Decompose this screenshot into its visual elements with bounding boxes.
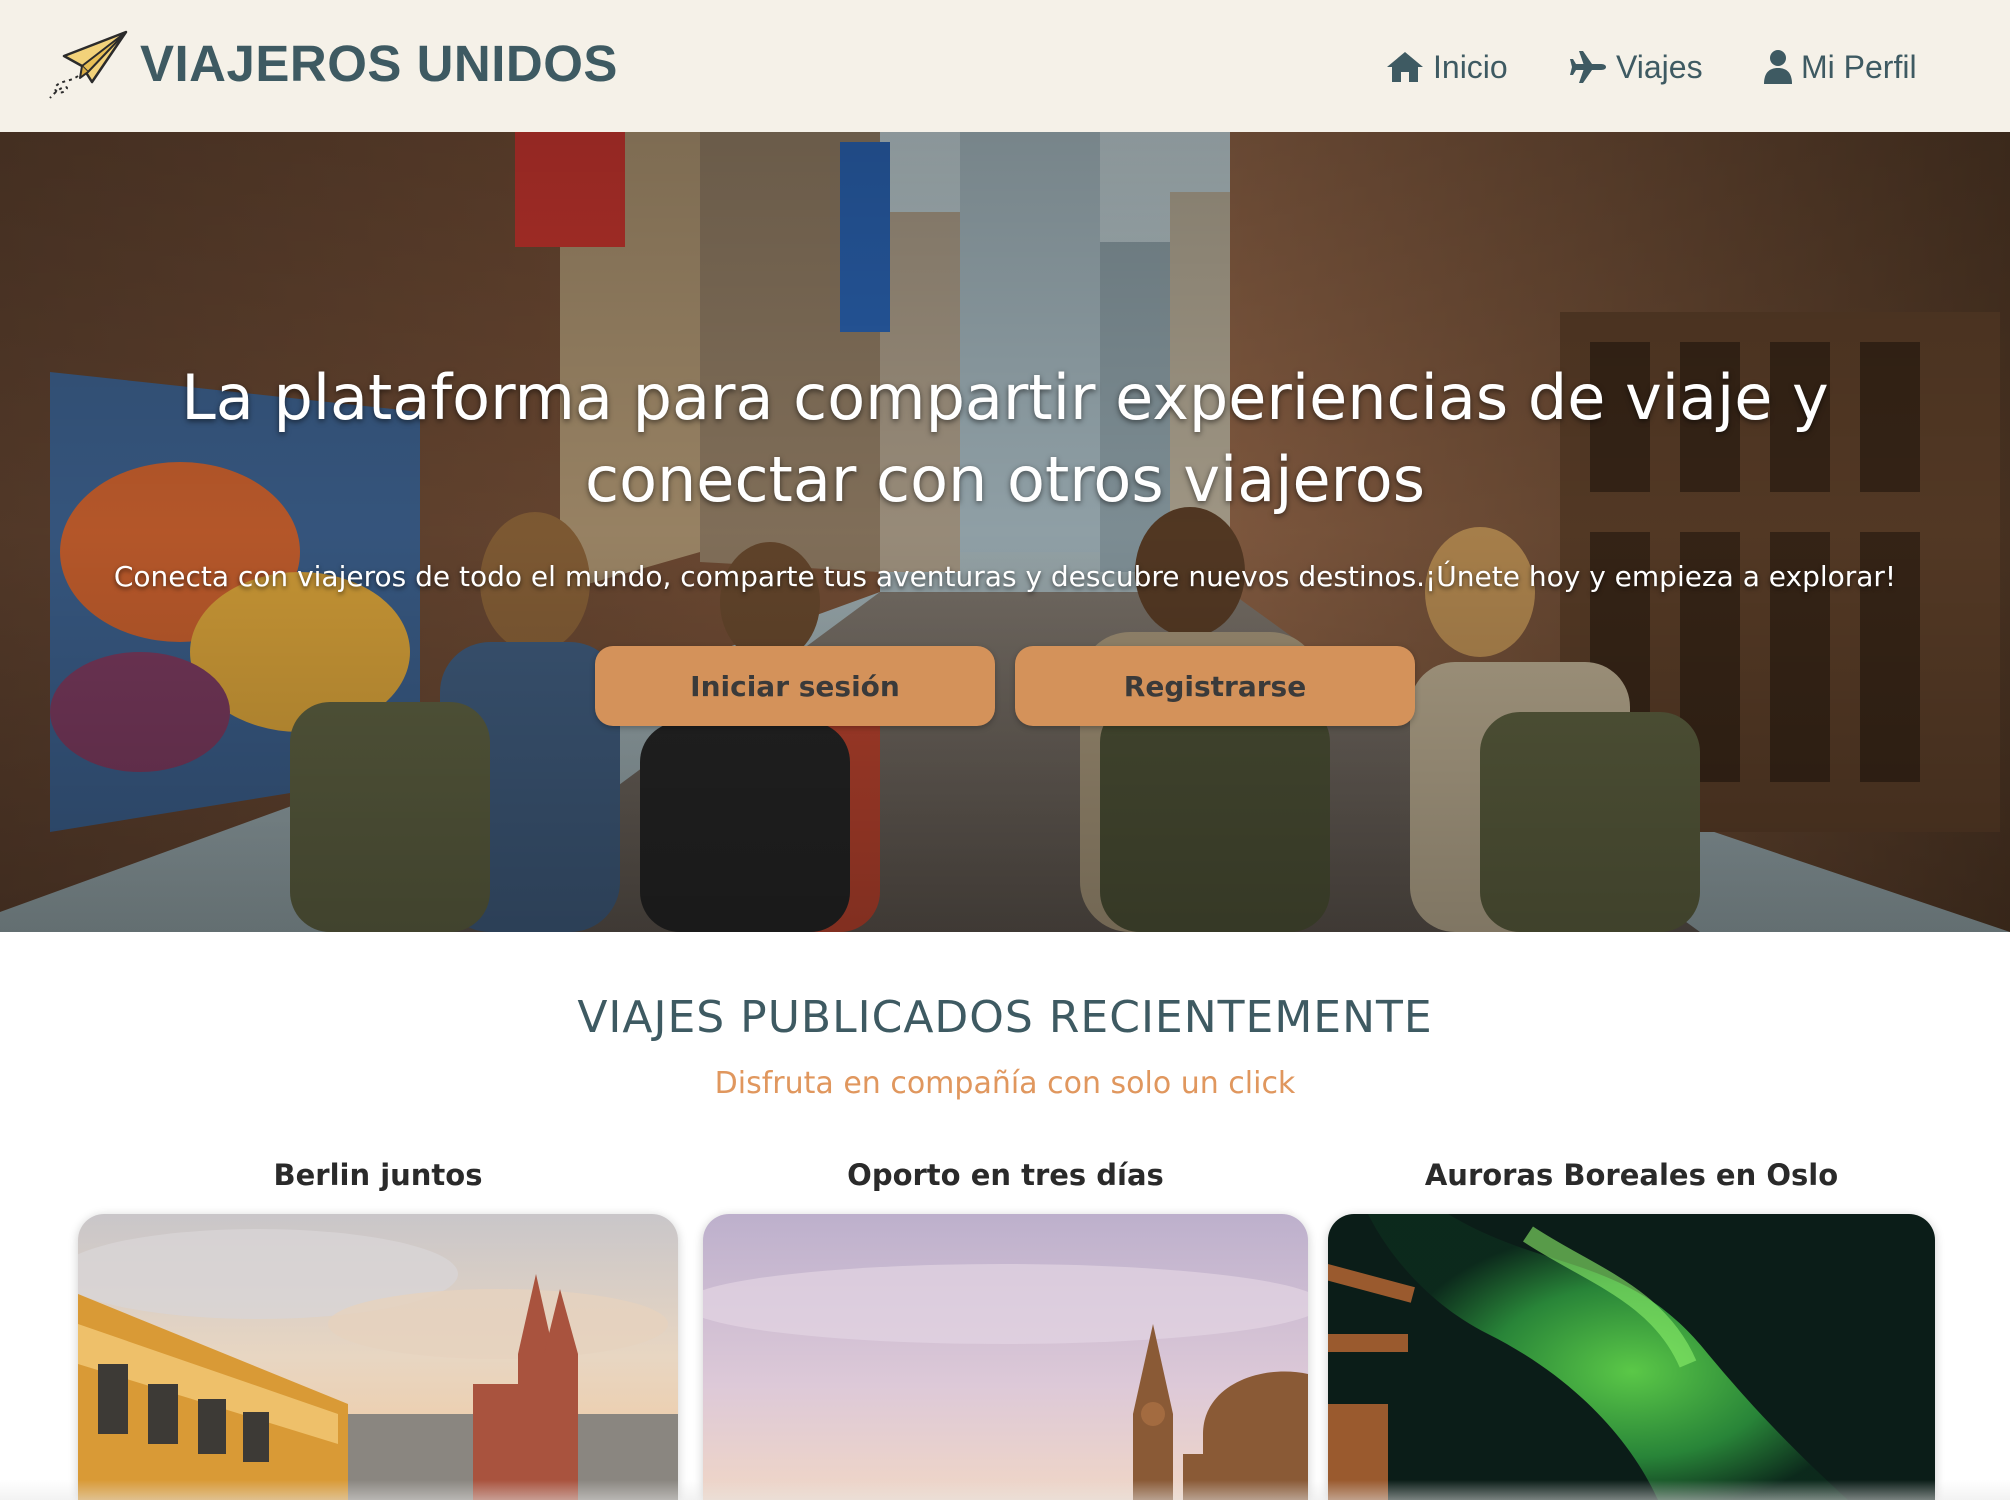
nav-mi-perfil-label: Mi Perfil [1801,48,1917,85]
hero-title: La plataforma para compartir experiencia… [181,361,1829,516]
plane-icon [1570,51,1606,83]
user-icon [1764,50,1792,84]
nav-viajes-label: Viajes [1616,48,1703,85]
top-navbar: VIAJEROS UNIDOS Inicio Viajes Mi Perfil [0,0,2010,132]
trip-card-image-oslo[interactable] [1328,1214,1935,1500]
hero-banner: La plataforma para compartir experiencia… [0,132,2010,932]
trip-card-title[interactable]: Auroras Boreales en Oslo [1328,1158,1935,1192]
home-icon [1387,52,1423,82]
trip-card-image-berlin[interactable] [78,1214,678,1500]
trip-card-image-oporto[interactable] [703,1214,1308,1500]
aurora-photo [1328,1214,1935,1500]
nav-inicio[interactable]: Inicio [1385,44,1508,90]
nav-viajes[interactable]: Viajes [1568,44,1703,90]
trip-card-title[interactable]: Berlin juntos [78,1158,678,1192]
brand-name[interactable]: VIAJEROS UNIDOS [140,34,618,93]
nav-mi-perfil[interactable]: Mi Perfil [1763,44,1917,90]
oporto-photo [703,1214,1308,1500]
recent-trips-heading: VIAJES PUBLICADOS RECIENTEMENTE [577,992,1433,1043]
hero-background-travelers-street-image [0,132,2010,932]
nav-inicio-label: Inicio [1433,48,1508,85]
trip-card-title[interactable]: Oporto en tres días [703,1158,1308,1192]
recent-trips-subheading: Disfruta en compañía con solo un click [714,1066,1296,1101]
paper-plane-logo-icon[interactable] [42,26,132,106]
hero-subtitle: Conecta con viajeros de todo el mundo, c… [113,560,1897,593]
login-button[interactable]: Iniciar sesión [595,646,995,726]
register-button[interactable]: Registrarse [1015,646,1415,726]
berlin-photo [78,1214,678,1500]
